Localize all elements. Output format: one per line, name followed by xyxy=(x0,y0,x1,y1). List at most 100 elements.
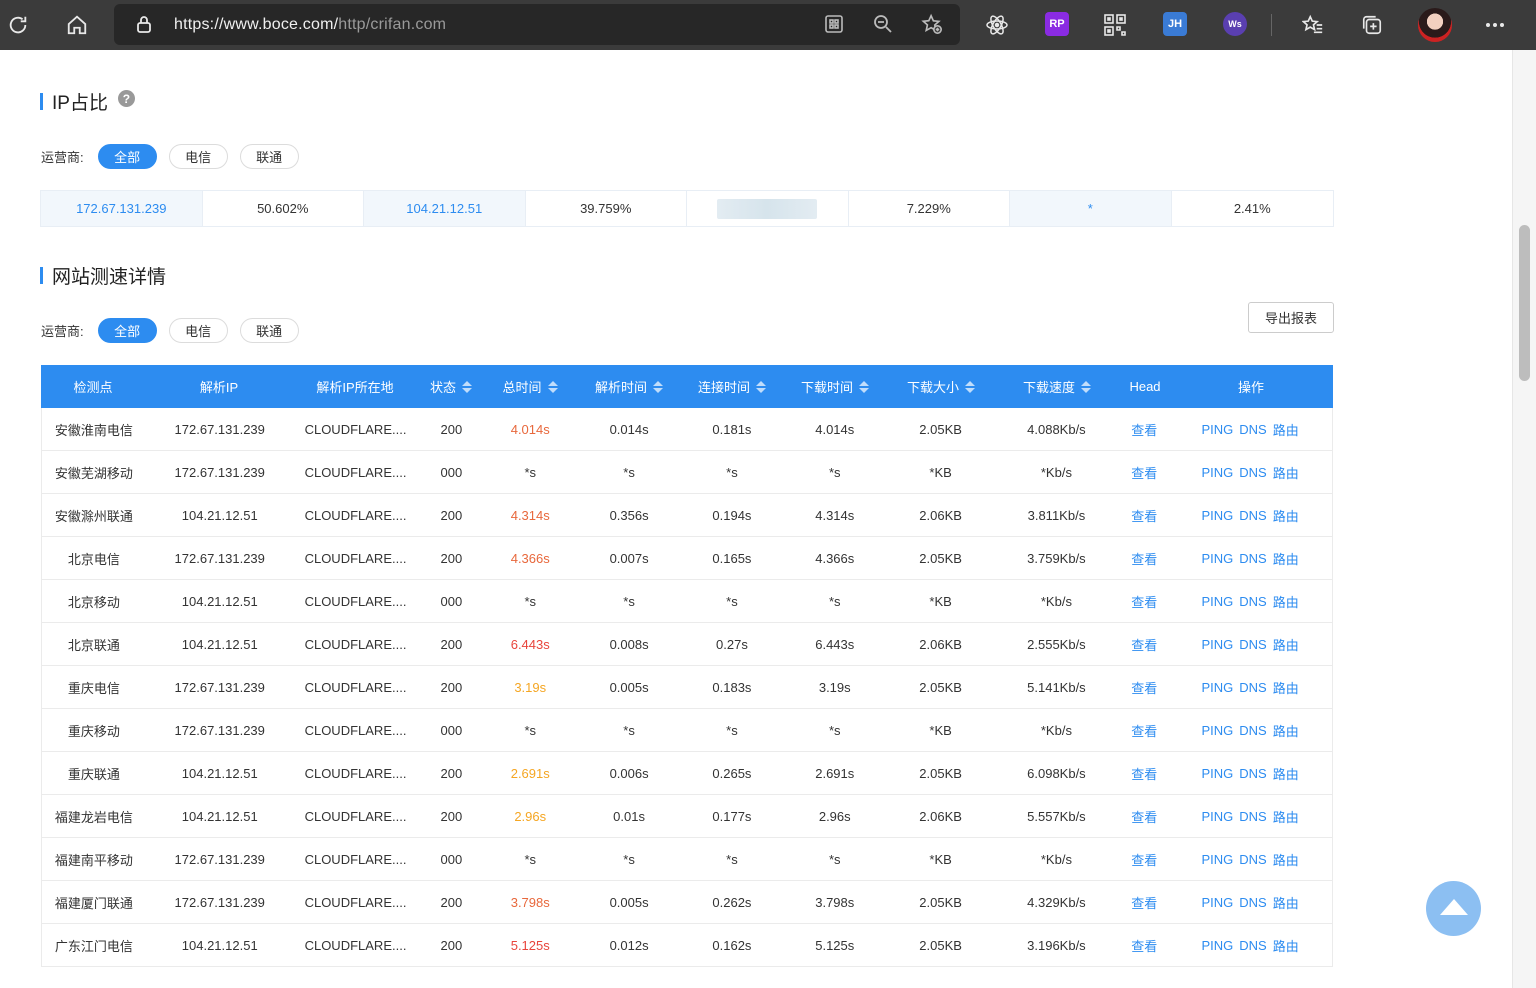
table-row: 福建南平移动 172.67.131.239 CLOUDFLARE.... 000 *s *… xyxy=(41,838,1333,881)
jh-extension-icon[interactable]: JH xyxy=(1163,12,1187,36)
dns-link[interactable]: DNS xyxy=(1239,680,1266,695)
dns-link[interactable]: DNS xyxy=(1239,766,1266,781)
view-head-link[interactable]: 查看 xyxy=(1120,408,1168,450)
route-link[interactable]: 路由 xyxy=(1273,850,1299,869)
ping-link[interactable]: PING xyxy=(1201,551,1233,566)
column-header-status[interactable]: 状态 xyxy=(417,365,485,408)
view-head-link[interactable]: 查看 xyxy=(1120,451,1168,493)
help-icon[interactable]: ? xyxy=(117,90,135,107)
scrollbar-thumb[interactable] xyxy=(1519,225,1530,381)
view-head-link[interactable]: 查看 xyxy=(1120,752,1168,794)
sort-icon[interactable] xyxy=(547,380,558,393)
sort-icon[interactable] xyxy=(653,380,663,393)
profile-avatar[interactable] xyxy=(1418,8,1452,42)
react-devtools-icon[interactable] xyxy=(981,9,1013,41)
dns-link[interactable]: DNS xyxy=(1239,938,1266,953)
ping-link[interactable]: PING xyxy=(1201,938,1233,953)
ping-link[interactable]: PING xyxy=(1201,594,1233,609)
qr-code-icon[interactable] xyxy=(1099,9,1131,41)
address-bar[interactable]: https://www.boce.com/http/crifan.com xyxy=(114,4,960,45)
cell-point: 北京移动 xyxy=(67,594,120,610)
ping-link[interactable]: PING xyxy=(1201,723,1233,738)
dns-link[interactable]: DNS xyxy=(1239,594,1266,609)
view-head-link[interactable]: 查看 xyxy=(1120,924,1168,966)
ping-link[interactable]: PING xyxy=(1201,895,1233,910)
column-header-connect-time[interactable]: 连接时间 xyxy=(683,365,781,408)
route-link[interactable]: 路由 xyxy=(1273,678,1299,697)
column-header-location: 解析IP所在地 xyxy=(293,365,417,408)
column-header-total-time[interactable]: 总时间 xyxy=(485,365,575,408)
route-link[interactable]: 路由 xyxy=(1273,549,1299,568)
carrier-telecom-button[interactable]: 电信 xyxy=(168,143,228,169)
app-grid-icon[interactable] xyxy=(818,8,850,40)
cell-connect-time: 0.265s xyxy=(712,765,752,781)
sort-icon[interactable] xyxy=(859,380,869,393)
carrier-telecom-button[interactable]: 电信 xyxy=(168,317,228,343)
route-link[interactable]: 路由 xyxy=(1273,893,1299,912)
view-head-link[interactable]: 查看 xyxy=(1120,881,1168,923)
view-head-link[interactable]: 查看 xyxy=(1120,666,1168,708)
zoom-out-icon[interactable] xyxy=(867,8,899,40)
column-header-download-speed[interactable]: 下载速度 xyxy=(993,365,1121,408)
dns-link[interactable]: DNS xyxy=(1239,723,1266,738)
ping-link[interactable]: PING xyxy=(1201,680,1233,695)
route-link[interactable]: 路由 xyxy=(1273,721,1299,740)
carrier-all-button[interactable]: 全部 xyxy=(97,143,157,169)
route-link[interactable]: 路由 xyxy=(1273,936,1299,955)
route-link[interactable]: 路由 xyxy=(1273,635,1299,654)
add-favorite-icon[interactable] xyxy=(916,8,948,40)
cell-dns-time: *s xyxy=(623,722,635,738)
view-head-link[interactable]: 查看 xyxy=(1120,709,1168,751)
sort-icon[interactable] xyxy=(965,380,975,393)
page-scrollbar[interactable] xyxy=(1512,50,1536,988)
favorites-icon[interactable] xyxy=(1297,9,1329,41)
dns-link[interactable]: DNS xyxy=(1239,852,1266,867)
more-menu-icon[interactable] xyxy=(1479,9,1511,41)
carrier-unicom-button[interactable]: 联通 xyxy=(239,317,299,343)
route-link[interactable]: 路由 xyxy=(1273,764,1299,783)
ping-link[interactable]: PING xyxy=(1201,422,1233,437)
ping-link[interactable]: PING xyxy=(1201,809,1233,824)
route-link[interactable]: 路由 xyxy=(1273,807,1299,826)
dns-link[interactable]: DNS xyxy=(1239,809,1266,824)
sort-icon[interactable] xyxy=(756,380,766,393)
carrier-unicom-button[interactable]: 联通 xyxy=(239,143,299,169)
home-icon[interactable] xyxy=(61,9,93,41)
export-report-button[interactable]: 导出报表 xyxy=(1248,302,1334,333)
ws-extension-icon[interactable]: Ws xyxy=(1223,12,1247,36)
cell-download-time: 3.19s xyxy=(818,679,851,695)
dns-link[interactable]: DNS xyxy=(1239,508,1266,523)
sort-icon[interactable] xyxy=(462,380,472,393)
cell-ops: PING DNS 路由 xyxy=(1168,537,1332,579)
route-link[interactable]: 路由 xyxy=(1273,592,1299,611)
ping-link[interactable]: PING xyxy=(1201,637,1233,652)
collections-icon[interactable] xyxy=(1356,9,1388,41)
carrier-all-button[interactable]: 全部 xyxy=(97,317,157,343)
ping-link[interactable]: PING xyxy=(1201,508,1233,523)
reload-icon[interactable] xyxy=(2,9,34,41)
ping-link[interactable]: PING xyxy=(1201,852,1233,867)
column-header-dns-time[interactable]: 解析时间 xyxy=(575,365,683,408)
dns-link[interactable]: DNS xyxy=(1239,895,1266,910)
back-to-top-button[interactable] xyxy=(1426,881,1481,936)
route-link[interactable]: 路由 xyxy=(1273,463,1299,482)
dns-link[interactable]: DNS xyxy=(1239,637,1266,652)
dns-link[interactable]: DNS xyxy=(1239,551,1266,566)
view-head-link[interactable]: 查看 xyxy=(1120,838,1168,880)
sort-icon[interactable] xyxy=(1081,380,1091,393)
view-head-link[interactable]: 查看 xyxy=(1120,537,1168,579)
view-head-link[interactable]: 查看 xyxy=(1120,494,1168,536)
route-link[interactable]: 路由 xyxy=(1273,506,1299,525)
route-link[interactable]: 路由 xyxy=(1273,420,1299,439)
dns-link[interactable]: DNS xyxy=(1239,465,1266,480)
view-head-link[interactable]: 查看 xyxy=(1120,623,1168,665)
ping-link[interactable]: PING xyxy=(1201,465,1233,480)
column-header-download-size[interactable]: 下载大小 xyxy=(889,365,993,408)
cell-location: CLOUDFLARE.... xyxy=(304,851,407,867)
dns-link[interactable]: DNS xyxy=(1239,422,1266,437)
rp-extension-icon[interactable]: RP xyxy=(1045,12,1069,36)
ping-link[interactable]: PING xyxy=(1201,766,1233,781)
column-header-download-time[interactable]: 下载时间 xyxy=(781,365,889,408)
view-head-link[interactable]: 查看 xyxy=(1120,795,1168,837)
view-head-link[interactable]: 查看 xyxy=(1120,580,1168,622)
